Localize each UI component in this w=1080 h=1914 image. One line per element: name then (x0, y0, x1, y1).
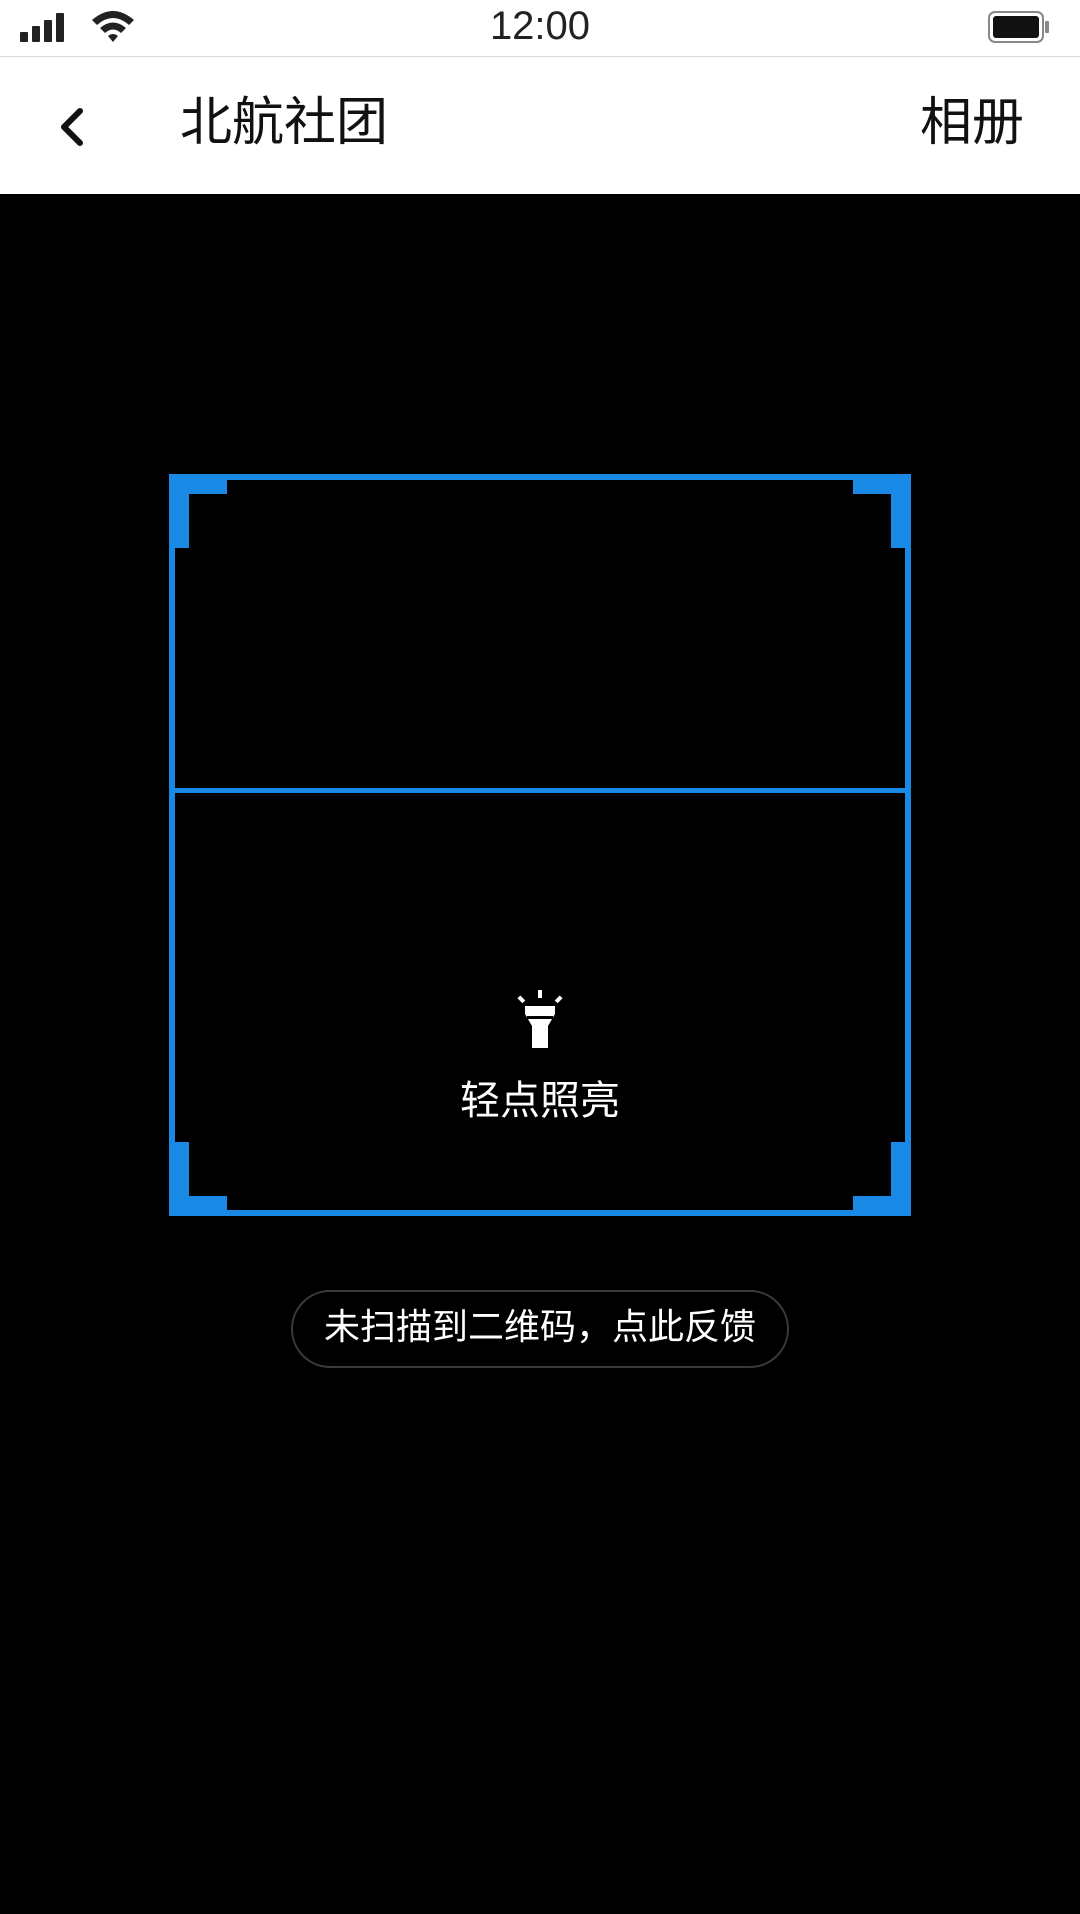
scan-line (175, 788, 905, 793)
status-bar: 12:00 (0, 0, 1080, 57)
flashlight-label: 轻点照亮 (460, 1078, 620, 1124)
feedback-button[interactable]: 未扫描到二维码，点此反馈 (291, 1290, 789, 1368)
flashlight-icon (517, 990, 563, 1048)
scan-frame: 轻点照亮 (169, 474, 911, 1216)
battery-icon (988, 11, 1049, 43)
flashlight-toggle[interactable]: 轻点照亮 (175, 990, 905, 1126)
nav-bar: 北航社团 相册 (0, 57, 1080, 194)
back-button[interactable] (40, 95, 104, 159)
page-title: 北航社团 (180, 93, 389, 153)
chevron-left-icon (61, 108, 83, 146)
status-time: 12:00 (489, 4, 591, 48)
album-button[interactable]: 相册 (920, 91, 1024, 155)
